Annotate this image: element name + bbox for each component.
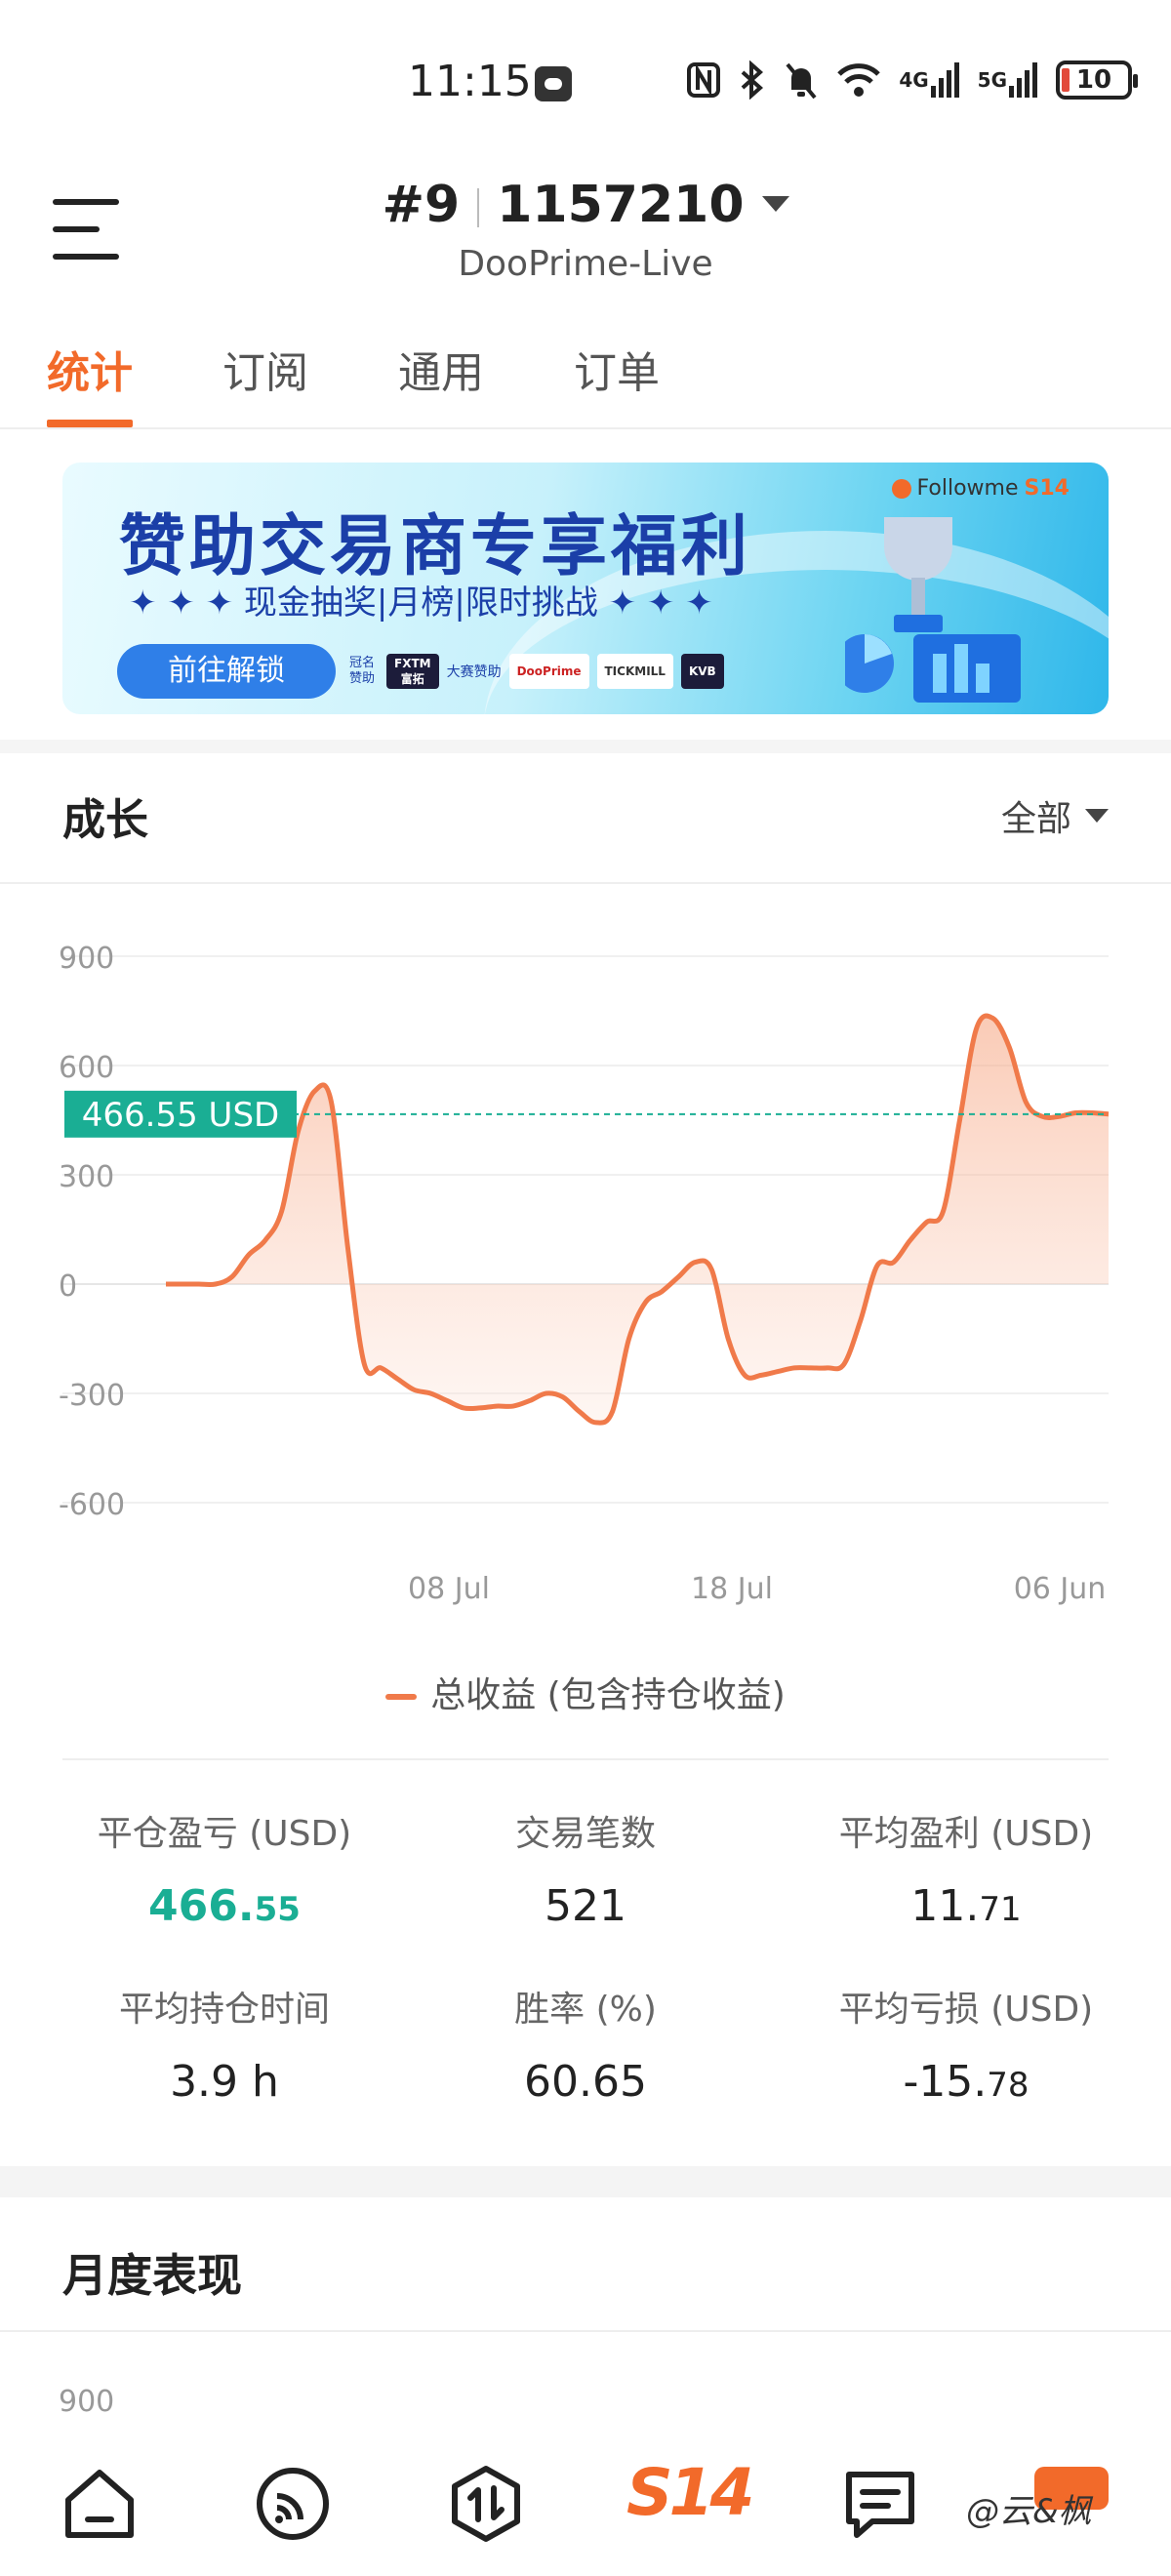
y-tick-label: -600 xyxy=(59,1488,125,1522)
section-divider xyxy=(0,2330,1171,2332)
chart-legend: 总收益 (包含持仓收益) xyxy=(0,1667,1171,1717)
stat-label: 平均持仓时间 xyxy=(118,1990,330,2030)
stat-avg-holding-time: 平均持仓时间 3.9 h xyxy=(39,1981,410,2107)
x-tick-label: 18 Jul xyxy=(691,1572,773,1606)
tab-bar: 统计 订阅 通用 订单 xyxy=(0,332,1171,429)
stat-trade-count: 交易笔数 521 xyxy=(400,1805,771,1931)
unlock-button[interactable]: 前往解锁 xyxy=(117,644,336,699)
stat-value: 11.71 xyxy=(910,1881,1022,1931)
y-tick-label: 900 xyxy=(59,942,114,976)
bluetooth-icon xyxy=(739,60,766,100)
stat-win-rate: 胜率 (%) 60.65 xyxy=(400,1981,771,2107)
stat-label: 平均盈利 (USD) xyxy=(838,1814,1094,1854)
tab-general[interactable]: 通用 xyxy=(398,332,484,429)
legend-swatch xyxy=(385,1694,418,1700)
wifi-icon xyxy=(836,60,881,100)
stat-value: 521 xyxy=(545,1881,626,1931)
status-icons: 4G 5G 10 xyxy=(686,60,1138,100)
sponsor-logos: 冠名赞助 FXTM 富拓 大赛赞助 DooPrime TICKMILL KVB xyxy=(349,654,724,689)
tab-statistics[interactable]: 统计 xyxy=(47,332,133,429)
banner-title: 赞助交易商专享福利 xyxy=(119,508,752,585)
stat-closed-pnl: 平仓盈亏 (USD) 466.55 xyxy=(39,1805,410,1931)
title-sponsor-label: 冠名赞助 xyxy=(349,656,376,686)
stat-value: 60.65 xyxy=(524,2057,647,2107)
chevron-down-icon xyxy=(1085,809,1109,823)
y-tick-label: -300 xyxy=(59,1379,125,1413)
stat-value: 466.55 xyxy=(148,1881,301,1931)
section-divider xyxy=(62,1758,1109,1760)
x-tick-label: 06 Jun xyxy=(1014,1572,1107,1606)
brand-name: Followme xyxy=(916,476,1019,501)
home-icon[interactable] xyxy=(59,2463,141,2545)
chevron-down-icon xyxy=(761,196,789,212)
status-bar: 11:15 4G 5G 10 xyxy=(0,0,1171,146)
legend-label: 总收益 (包含持仓收益) xyxy=(430,1675,786,1715)
monthly-chart-tick: 900 xyxy=(59,2385,115,2419)
stat-value: 3.9 h xyxy=(170,2057,279,2107)
growth-chart: 900 600 300 0 -300 -600 08 Jul 18 Jul 06 Jun 466.… xyxy=(59,942,1110,1606)
sponsor-dooprime: DooPrime xyxy=(508,654,589,689)
account-selector[interactable]: #9 1157210 xyxy=(0,176,1171,234)
stat-label: 平均亏损 (USD) xyxy=(838,1990,1094,2030)
watermark: @云&枫 xyxy=(966,2492,1092,2531)
trophy-illustration xyxy=(845,517,1021,703)
section-divider xyxy=(0,882,1171,884)
y-tick-label: 600 xyxy=(59,1051,114,1085)
growth-title: 成长 xyxy=(62,795,148,845)
brand-tag: S14 xyxy=(1024,476,1070,501)
promo-banner[interactable]: Followme S14 赞助交易商专享福利 ✦ ✦ ✦ 现金抽奖|月榜|限时挑… xyxy=(62,463,1109,714)
s14-logo[interactable]: S14 xyxy=(626,2455,754,2530)
battery-icon: 10 xyxy=(1056,60,1138,100)
followme-logo-icon xyxy=(891,478,911,499)
account-index: #9 xyxy=(382,176,461,234)
signal-5g-icon: 5G xyxy=(978,60,1038,100)
followme-brand: Followme S14 xyxy=(891,476,1070,501)
stat-label: 平仓盈亏 (USD) xyxy=(97,1814,352,1854)
range-filter-label: 全部 xyxy=(1000,799,1071,839)
server-name: DooPrime-Live xyxy=(458,244,713,284)
battery-level: 10 xyxy=(1075,65,1112,95)
sponsor-fxtm: FXTM 富拓 xyxy=(386,654,439,689)
y-tick-label: 300 xyxy=(59,1160,114,1194)
nfc-icon xyxy=(686,60,721,100)
current-value-label: 466.55 USD xyxy=(82,1096,279,1135)
stat-value: -15.78 xyxy=(903,2057,1030,2107)
x-tick-label: 08 Jul xyxy=(408,1572,490,1606)
message-notification-icon xyxy=(535,66,572,101)
message-icon[interactable] xyxy=(839,2463,921,2545)
tab-orders[interactable]: 订单 xyxy=(574,332,660,429)
stat-label: 交易笔数 xyxy=(514,1814,656,1854)
stat-avg-loss: 平均亏损 (USD) -15.78 xyxy=(781,1981,1151,2107)
stat-label: 胜率 (%) xyxy=(514,1990,657,2030)
section-divider xyxy=(0,740,1171,753)
sponsor-tickmill: TICKMILL xyxy=(596,654,673,689)
monthly-performance-title: 月度表现 xyxy=(62,2249,242,2302)
range-filter-dropdown[interactable]: 全部 xyxy=(1001,790,1109,841)
header: #9 1157210 DooPrime-Live xyxy=(0,166,1171,302)
feed-icon[interactable] xyxy=(252,2463,334,2545)
account-number: 1157210 xyxy=(497,176,745,234)
banner-subtitle: ✦ ✦ ✦ 现金抽奖|月榜|限时挑战 ✦ ✦ ✦ xyxy=(129,584,713,623)
signal-4g-icon: 4G xyxy=(899,60,959,100)
stat-avg-profit: 平均盈利 (USD) 11.71 xyxy=(781,1805,1151,1931)
event-sponsor-label: 大赛赞助 xyxy=(446,664,502,680)
status-time: 11:15 xyxy=(408,57,532,106)
mute-bell-icon xyxy=(784,60,819,100)
sponsor-kvb: KVB xyxy=(680,654,724,689)
trade-icon[interactable] xyxy=(445,2463,527,2545)
tab-subscribe[interactable]: 订阅 xyxy=(222,332,308,429)
y-tick-label: 0 xyxy=(59,1269,77,1304)
section-divider xyxy=(0,2166,1171,2197)
